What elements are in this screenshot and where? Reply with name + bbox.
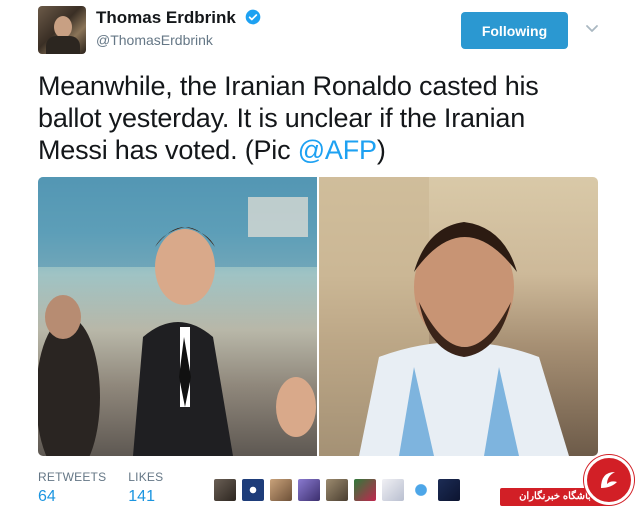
likes-label: LIKES [128,470,164,484]
tweet-text: Meanwhile, the Iranian Ronaldo casted hi… [38,70,598,166]
author-name-text: Thomas Erdbrink [96,8,236,27]
photo-right-illustration [319,177,569,456]
tweet-photo-left[interactable] [38,177,317,456]
likes-stat[interactable]: LIKES 141 [128,470,163,506]
liker-avatar[interactable] [410,479,432,501]
likers-avatars [214,479,460,501]
retweets-count: 64 [38,488,56,505]
likes-count: 141 [128,488,155,505]
liker-avatar[interactable] [298,479,320,501]
watermark-emblem-icon [601,472,617,488]
avatar-face [54,16,72,38]
mention-link[interactable]: @AFP [298,135,377,165]
tweet-photo-right[interactable] [319,177,598,456]
author-avatar[interactable] [38,6,86,54]
tweet-stats: RETWEETS 64 LIKES 141 [38,470,163,506]
liker-avatar[interactable] [270,479,292,501]
tweet-text-body: Meanwhile, the Iranian Ronaldo casted hi… [38,71,539,165]
author-handle[interactable]: @ThomasErdbrink [96,32,213,48]
author-name[interactable]: Thomas Erdbrink [96,8,261,28]
chevron-down-icon[interactable] [584,20,600,36]
watermark-emblem [584,455,634,505]
photo-left-illustration [38,177,317,456]
retweets-stat[interactable]: RETWEETS 64 [38,470,106,506]
tweet-text-end: ) [376,135,386,165]
following-button[interactable]: Following [461,12,568,49]
liker-avatar[interactable] [438,479,460,501]
verified-badge-icon [245,9,260,25]
liker-avatar[interactable] [242,479,264,501]
retweets-label: RETWEETS [38,470,107,484]
avatar-body [46,36,80,54]
watermark-logo: باشگاه خبرنگاران [500,455,636,509]
liker-avatar[interactable] [326,479,348,501]
liker-avatar[interactable] [382,479,404,501]
liker-avatar[interactable] [354,479,376,501]
liker-avatar[interactable] [214,479,236,501]
